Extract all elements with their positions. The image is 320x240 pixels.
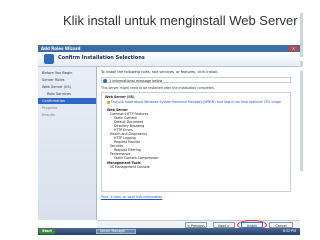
restart-notice: This server might need to be restarted a… bbox=[101, 86, 215, 90]
slide-caption: Klik install untuk menginstall Web Serve… bbox=[63, 13, 298, 28]
warning-icon bbox=[107, 100, 110, 104]
info-icon bbox=[103, 79, 107, 83]
sidebar-item-server-roles[interactable]: Server Roles bbox=[38, 77, 96, 83]
decorative-bar bbox=[300, 13, 303, 57]
taskbar-item-server-manager[interactable]: Server Manager bbox=[96, 229, 136, 234]
list-item[interactable]: Find out more about Windows System Resou… bbox=[107, 100, 281, 104]
sidebar-item-progress: Progress bbox=[42, 106, 58, 110]
intro-text: To install the following roles, role ser… bbox=[101, 70, 219, 74]
sidebar-item-role-services[interactable]: Role Services bbox=[38, 91, 96, 97]
print-link[interactable]: Print, e-mail, or save this information bbox=[101, 195, 162, 199]
sidebar-item-confirmation[interactable]: Confirmation bbox=[38, 98, 96, 104]
wsrm-link[interactable]: Find out more about Windows System Resou… bbox=[111, 100, 281, 104]
wizard-sidebar: Before You Begin Server Roles Web Server… bbox=[38, 67, 97, 220]
sidebar-item-results: Results bbox=[42, 113, 55, 117]
selection-list: Web Server (IIS) Find out more about Win… bbox=[101, 92, 291, 192]
clock: 8:32 PM bbox=[282, 229, 296, 233]
taskbar: Start Server Manager 8:32 PM bbox=[38, 228, 300, 235]
window-titlebar: Add Roles Wizard × bbox=[38, 45, 300, 52]
wizard-header: Confirm Installation Selections bbox=[38, 52, 300, 67]
info-text: 1 informational message below bbox=[109, 79, 163, 83]
close-icon[interactable]: × bbox=[289, 46, 298, 51]
sidebar-item-before-you-begin[interactable]: Before You Begin bbox=[38, 70, 96, 76]
decorative-bar bbox=[300, 61, 303, 67]
decorative-bar bbox=[300, 71, 303, 171]
start-button[interactable]: Start bbox=[39, 229, 55, 234]
screenshot-window: Add Roles Wizard × Confirm Installation … bbox=[38, 45, 300, 235]
list-item: IIS Management Console bbox=[110, 165, 150, 169]
info-bar: 1 informational message below bbox=[101, 77, 291, 83]
wizard-icon bbox=[44, 54, 54, 64]
list-item: Static Content Compression bbox=[114, 156, 159, 160]
wizard-title: Confirm Installation Selections bbox=[58, 55, 145, 61]
wizard-content: To install the following roles, role ser… bbox=[97, 67, 300, 220]
list-role-heading: Web Server (IIS) bbox=[105, 95, 135, 99]
sidebar-item-web-server[interactable]: Web Server (IIS) bbox=[38, 84, 96, 90]
window-title: Add Roles Wizard bbox=[41, 46, 81, 51]
